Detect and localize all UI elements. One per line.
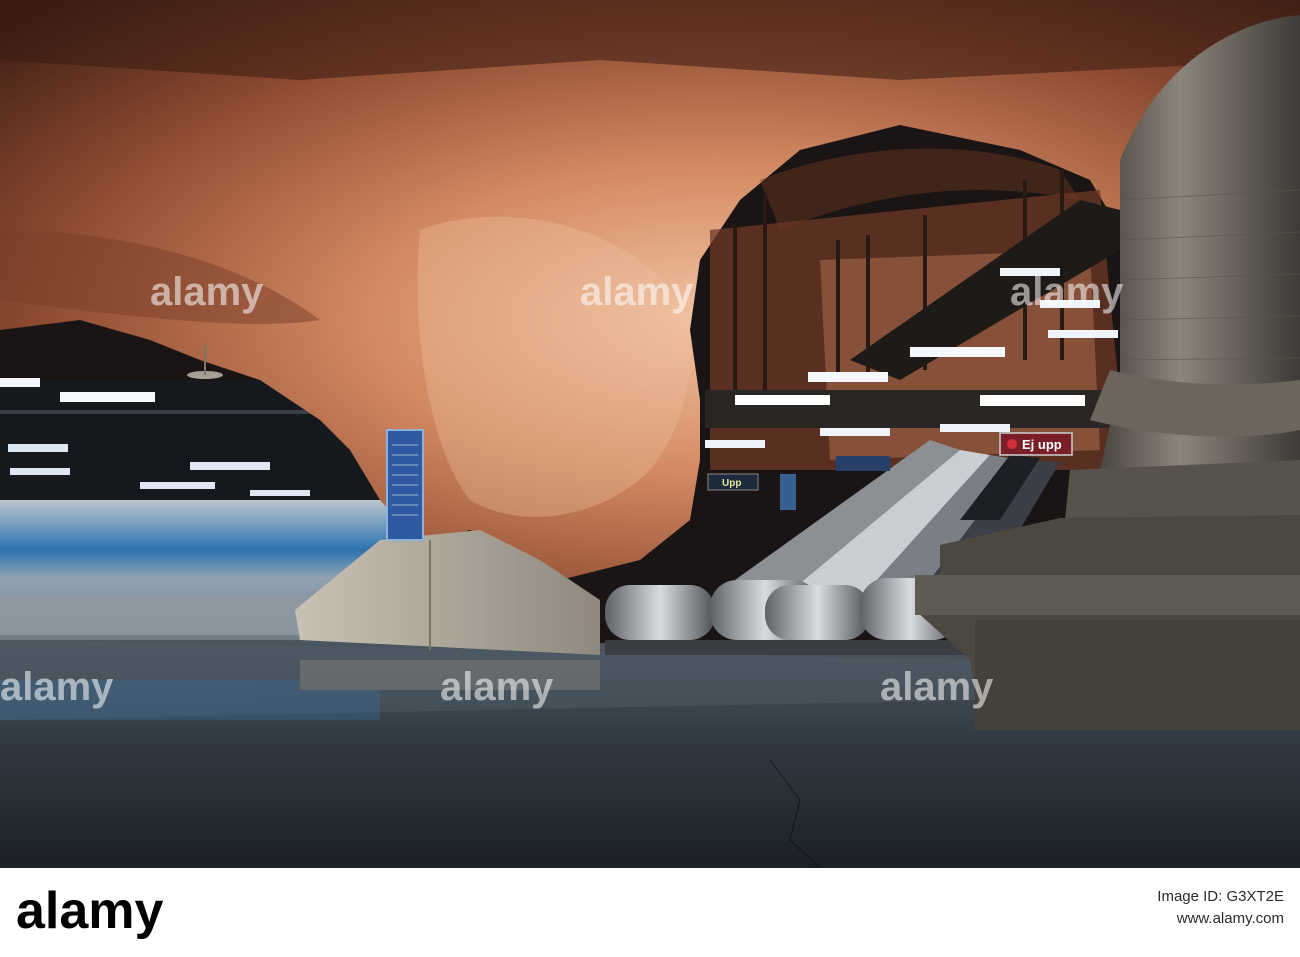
svg-text:alamy: alamy: [440, 665, 554, 709]
svg-text:alamy: alamy: [0, 665, 114, 709]
sign-ej-upp: Ej upp: [999, 432, 1073, 456]
image-id-label: Image ID: G3XT2E: [1157, 888, 1284, 905]
alamy-url: www.alamy.com: [1176, 910, 1284, 927]
poster: [780, 474, 796, 510]
svg-text:alamy: alamy: [880, 665, 994, 709]
direction-sign: [836, 456, 890, 471]
svg-text:Upp: Upp: [722, 478, 741, 489]
subway-station-photo: Upp Ej upp alamy alamy alamy alamy alamy…: [0, 0, 1300, 868]
stock-footer: alamy Image ID: G3XT2E www.alamy.com: [0, 868, 1300, 957]
image-id-block: Image ID: G3XT2E www.alamy.com: [1157, 886, 1284, 930]
svg-text:alamy: alamy: [150, 270, 264, 314]
sign-upp: Upp: [707, 473, 759, 491]
svg-text:alamy: alamy: [1010, 270, 1124, 314]
svg-text:alamy: alamy: [580, 270, 694, 314]
svg-text:Ej upp: Ej upp: [1022, 437, 1062, 452]
alamy-logo: alamy: [16, 882, 164, 940]
svg-text:alamy: alamy: [16, 882, 164, 940]
photo-illustration: Upp Ej upp alamy alamy alamy alamy alamy…: [0, 0, 1300, 868]
